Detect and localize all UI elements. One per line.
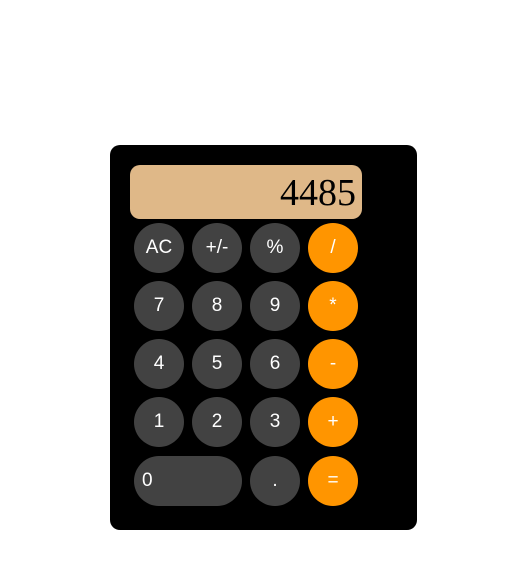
digit-8-button[interactable]: 8 [192,281,242,331]
digit-1-button[interactable]: 1 [134,397,184,447]
digit-9-button[interactable]: 9 [250,281,300,331]
calculator-display: 4485 [130,165,362,219]
digit-3-button[interactable]: 3 [250,397,300,447]
digit-6-button[interactable]: 6 [250,339,300,389]
digit-5-button[interactable]: 5 [192,339,242,389]
digit-4-button[interactable]: 4 [134,339,184,389]
subtract-button[interactable]: - [308,339,358,389]
digit-0-button[interactable]: 0 [134,456,242,506]
calculator-body: 4485 AC +/- % / 7 8 9 * 4 5 6 - 1 2 3 + … [110,145,417,530]
digit-2-button[interactable]: 2 [192,397,242,447]
divide-button[interactable]: / [308,223,358,273]
equals-button[interactable]: = [308,456,358,506]
multiply-button[interactable]: * [308,281,358,331]
add-button[interactable]: + [308,397,358,447]
digit-7-button[interactable]: 7 [134,281,184,331]
plus-minus-button[interactable]: +/- [192,223,242,273]
percent-button[interactable]: % [250,223,300,273]
decimal-button[interactable]: . [250,456,300,506]
all-clear-button[interactable]: AC [134,223,184,273]
